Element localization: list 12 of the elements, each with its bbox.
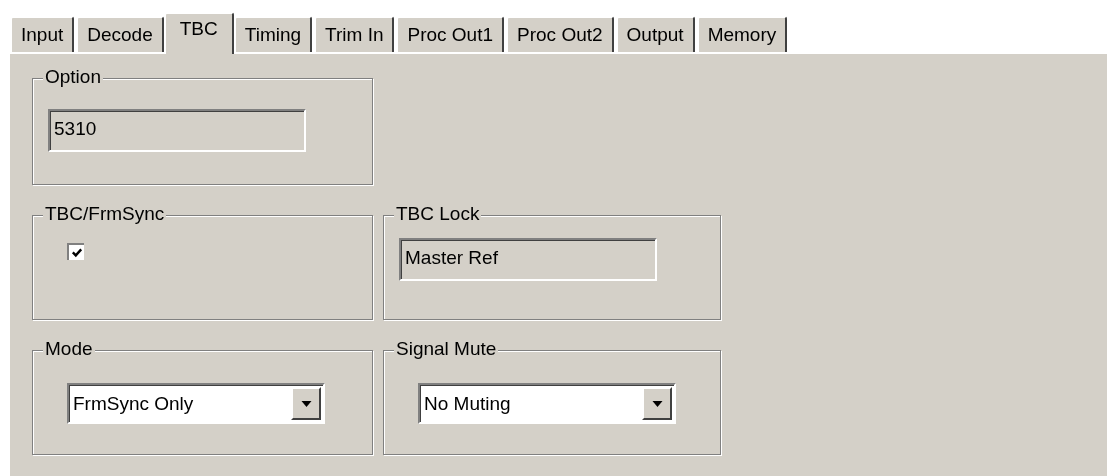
tab[interactable]: TBC — [163, 12, 234, 54]
tab[interactable]: Proc Out1 — [396, 16, 505, 52]
tab[interactable]: Timing — [233, 16, 313, 52]
tab[interactable]: Proc Out2 — [506, 16, 614, 52]
dropdown[interactable]: No Muting — [418, 383, 676, 424]
tab[interactable]: Memory — [696, 16, 788, 52]
tab[interactable]: Output — [615, 16, 695, 52]
tab[interactable]: Trim In — [314, 16, 395, 52]
dropdown[interactable]: FrmSync Only — [67, 383, 325, 424]
tab[interactable]: Input — [10, 16, 75, 52]
checkbox[interactable] — [67, 243, 84, 260]
tab[interactable]: Decode — [76, 16, 164, 52]
